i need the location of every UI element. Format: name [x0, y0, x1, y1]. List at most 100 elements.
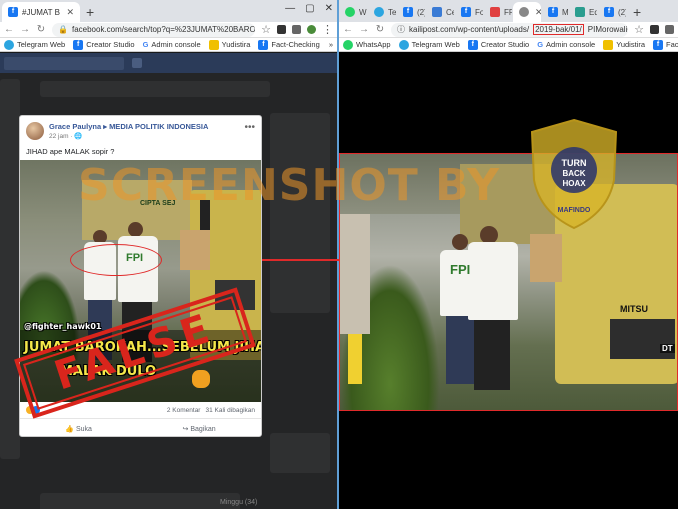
back-icon[interactable]: ← — [4, 24, 14, 35]
emoji-icon — [192, 370, 210, 388]
window-controls: — ▢ ✕ — [285, 3, 333, 14]
right-sidebar — [270, 113, 330, 313]
bookmark-whatsapp[interactable]: WhatsApp — [343, 39, 391, 50]
close-tab-icon[interactable]: ✕ — [535, 7, 541, 18]
menu-icon[interactable]: ⋮ — [322, 23, 333, 36]
facebook-topbar — [0, 53, 337, 73]
comments-count[interactable]: 2 Komentar — [167, 407, 201, 414]
maximize-icon[interactable]: ▢ — [305, 3, 314, 14]
bookmark-telegram[interactable]: Telegram Web — [398, 39, 460, 50]
share-icon: ↪ — [182, 426, 189, 433]
comparison-connector-line — [262, 259, 340, 261]
tab-edi[interactable]: Edi — [569, 2, 597, 22]
bookmark-admin-console[interactable]: G Admin console — [143, 40, 201, 49]
bookmark-fact-checking[interactable]: fFact-Checking — [653, 39, 678, 50]
facebook-icon — [132, 58, 142, 68]
facebook-icon: f — [73, 39, 84, 50]
facebook-search[interactable] — [4, 56, 124, 70]
url-text: facebook.com/search/top?q=%23JUMAT%20BAR… — [71, 25, 256, 34]
back-icon[interactable]: ← — [343, 24, 353, 35]
left-tab-facebook[interactable]: f #JUMAT BAROKAH...SEBELUM... ✕ — [2, 2, 80, 22]
mafindo-seal-logo: TURN BACK HOAX MAFINDO — [530, 118, 618, 230]
avatar[interactable] — [26, 122, 44, 140]
tab-facebook-2[interactable]: f (2) — [598, 2, 626, 22]
address-bar[interactable]: ⓘ kailipost.com/wp-content/uploads/2019-… — [391, 22, 629, 37]
more-options-icon[interactable]: ••• — [244, 122, 255, 140]
tab-fol[interactable]: f Fol — [455, 2, 483, 22]
tab-cer[interactable]: Cer — [426, 2, 454, 22]
yudistira-icon — [603, 39, 614, 50]
post-header: Grace Paulyna ▸ MEDIA POLITIK INDONESIA … — [20, 116, 261, 140]
post-caption: JIHAD ape MALAK sopir ? — [26, 147, 115, 156]
bookmark-telegram[interactable]: Telegram Web — [4, 39, 65, 50]
extension-icon[interactable] — [665, 25, 674, 34]
bookmark-yudistira[interactable]: Yudistira — [603, 39, 645, 50]
facebook-icon: f — [653, 39, 664, 50]
url-highlight: 2019-bak/01/ — [533, 24, 584, 35]
tab-active-image[interactable]: ✕ — [513, 2, 541, 22]
bookmark-yudistira[interactable]: Yudistira — [208, 39, 251, 50]
profile-avatar[interactable] — [307, 25, 316, 34]
star-icon[interactable]: ☆ — [634, 23, 644, 36]
truck-label: MITSU — [620, 304, 648, 314]
tab-label: #JUMAT BAROKAH...SEBELUM... — [22, 7, 60, 17]
bookmark-fact-checking[interactable]: fFact-Checking — [258, 39, 320, 50]
tab-whatsapp[interactable]: Wi — [339, 2, 367, 22]
person-pants — [474, 320, 510, 390]
page-icon — [490, 7, 500, 17]
close-window-icon[interactable]: ✕ — [325, 3, 333, 14]
bookmark-label: Fact-Checking — [666, 40, 678, 49]
bookmark-creator-studio[interactable]: f Creator Studio — [467, 39, 530, 50]
extension-icon[interactable] — [650, 25, 659, 34]
address-bar[interactable]: 🔒 facebook.com/search/top?q=%23JUMAT%20B… — [52, 22, 256, 37]
reload-icon[interactable]: ↻ — [375, 24, 385, 35]
person-head — [128, 222, 143, 237]
close-tab-icon[interactable]: ✕ — [66, 7, 74, 18]
tab-label: Fol — [475, 7, 483, 17]
minimize-icon[interactable]: — — [285, 3, 295, 14]
bookmark-admin-console[interactable]: G Admin console — [537, 40, 595, 49]
tab-label: Edi — [589, 7, 597, 17]
star-icon[interactable]: ☆ — [261, 23, 271, 36]
tab-label: (2) — [618, 7, 626, 17]
bookmark-label: Telegram Web — [411, 40, 460, 49]
post-time[interactable]: 22 jam — [49, 133, 69, 140]
author-name[interactable]: Grace Paulyna — [49, 122, 101, 131]
facebook-icon: f — [258, 39, 269, 50]
reload-icon[interactable]: ↻ — [36, 24, 46, 35]
share-button[interactable]: ↪ Bagikan — [183, 425, 216, 433]
post-actions: 👍 Suka ↪ Bagikan — [20, 419, 261, 436]
shirt-logo: FPI — [450, 262, 471, 277]
forward-icon[interactable]: → — [359, 24, 369, 35]
forward-icon[interactable]: → — [20, 24, 30, 35]
tab-label: Cer — [446, 7, 454, 17]
extension-icon[interactable] — [292, 25, 301, 34]
whatsapp-icon — [345, 7, 355, 17]
bookmark-creator-studio[interactable]: f Creator Studio — [73, 39, 135, 50]
shares-count[interactable]: 31 Kali dibagikan — [205, 407, 255, 414]
tab-telegram[interactable]: Tel — [368, 2, 396, 22]
box — [530, 234, 562, 282]
photo-credit: @fighter_hawk01 — [24, 322, 102, 331]
like-button[interactable]: 👍 Suka — [65, 425, 92, 433]
yudistira-icon — [208, 39, 219, 50]
truck-grille — [610, 319, 675, 359]
extension-icon[interactable] — [277, 25, 286, 34]
facebook-icon: f — [403, 7, 413, 17]
bookmark-label: Creator Studio — [480, 40, 530, 49]
left-browser-window: f #JUMAT BAROKAH...SEBELUM... ✕ + — ▢ ✕ … — [0, 0, 337, 509]
tab-facebook[interactable]: f (2) — [397, 2, 425, 22]
tab-label: (2) — [417, 7, 425, 17]
tab-m[interactable]: fM — [542, 2, 568, 22]
whatsapp-icon — [343, 39, 353, 50]
new-tab-button[interactable]: + — [80, 2, 100, 22]
url-prefix: kailipost.com/wp-content/uploads/ — [409, 25, 530, 34]
tab-label: Wi — [359, 7, 367, 17]
bookmark-label: Creator Studio — [86, 40, 135, 49]
tab-fp[interactable]: FP — [484, 2, 512, 22]
new-tab-button[interactable]: + — [627, 2, 647, 22]
group-name[interactable]: MEDIA POLITIK INDONESIA — [109, 122, 208, 131]
more-bookmarks-icon[interactable]: » — [329, 40, 333, 49]
person-pants — [446, 316, 474, 384]
bookmark-label: Yudistira — [221, 40, 251, 49]
